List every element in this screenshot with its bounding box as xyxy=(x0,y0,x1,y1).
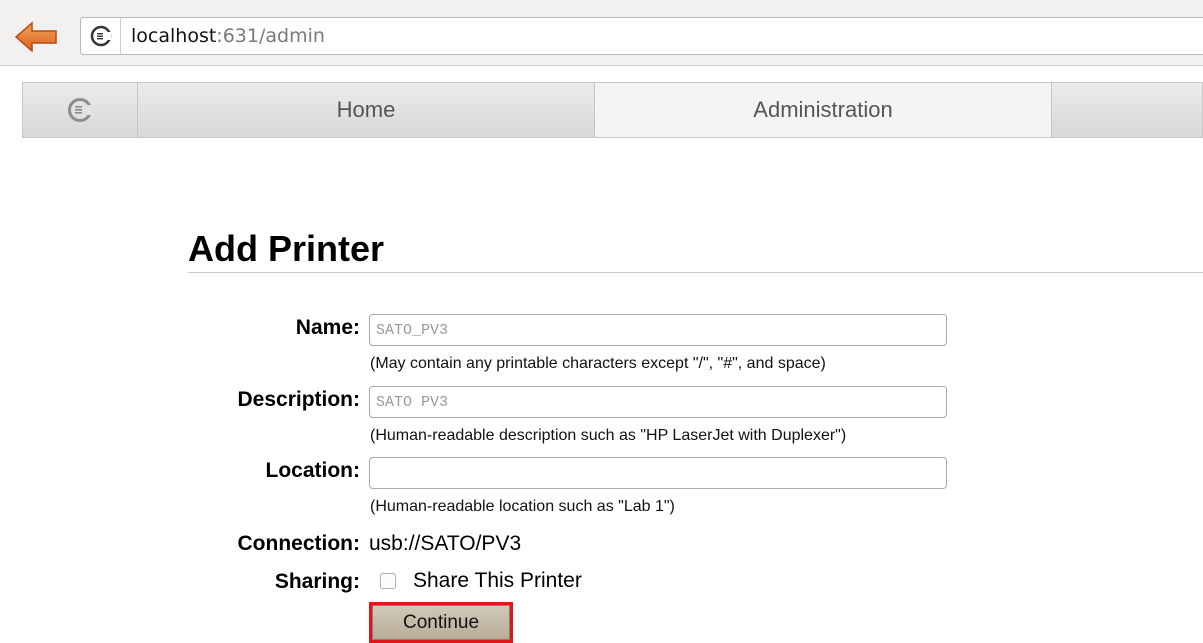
name-hint: (May contain any printable characters ex… xyxy=(370,355,826,372)
tab-administration[interactable]: Administration xyxy=(595,83,1052,137)
site-identity-box[interactable] xyxy=(81,18,121,54)
cups-favicon-icon xyxy=(90,25,111,47)
url-path: :631/admin xyxy=(216,25,325,47)
url-text[interactable]: localhost:631/admin xyxy=(121,25,325,47)
cups-logo-icon xyxy=(68,98,92,122)
name-label: Name: xyxy=(295,316,360,339)
share-printer-checkbox[interactable] xyxy=(380,573,396,589)
connection-label: Connection: xyxy=(237,532,360,555)
cups-nav-bar: Home Administration xyxy=(22,82,1203,138)
location-label: Location: xyxy=(265,459,361,482)
title-divider xyxy=(188,272,1203,273)
cups-logo[interactable] xyxy=(23,83,138,137)
browser-toolbar: localhost:631/admin xyxy=(0,0,1203,66)
connection-value: usb://SATO/PV3 xyxy=(369,532,522,555)
back-arrow-icon xyxy=(14,21,57,53)
back-button[interactable] xyxy=(13,17,59,57)
address-bar[interactable]: localhost:631/admin xyxy=(80,17,1203,55)
sharing-label: Sharing: xyxy=(274,570,360,593)
description-label: Description: xyxy=(237,388,360,411)
continue-highlight: Continue xyxy=(369,602,513,643)
location-hint: (Human-readable location such as "Lab 1"… xyxy=(370,498,675,515)
tab-home[interactable]: Home xyxy=(138,83,595,137)
description-field[interactable] xyxy=(369,386,947,418)
description-hint: (Human-readable description such as "HP … xyxy=(370,427,847,444)
name-field[interactable] xyxy=(369,314,947,346)
page-title: Add Printer xyxy=(188,228,385,269)
url-host: localhost xyxy=(131,25,217,47)
share-printer-label[interactable]: Share This Printer xyxy=(413,569,582,593)
continue-button[interactable]: Continue xyxy=(372,605,510,640)
location-field[interactable] xyxy=(369,457,947,489)
